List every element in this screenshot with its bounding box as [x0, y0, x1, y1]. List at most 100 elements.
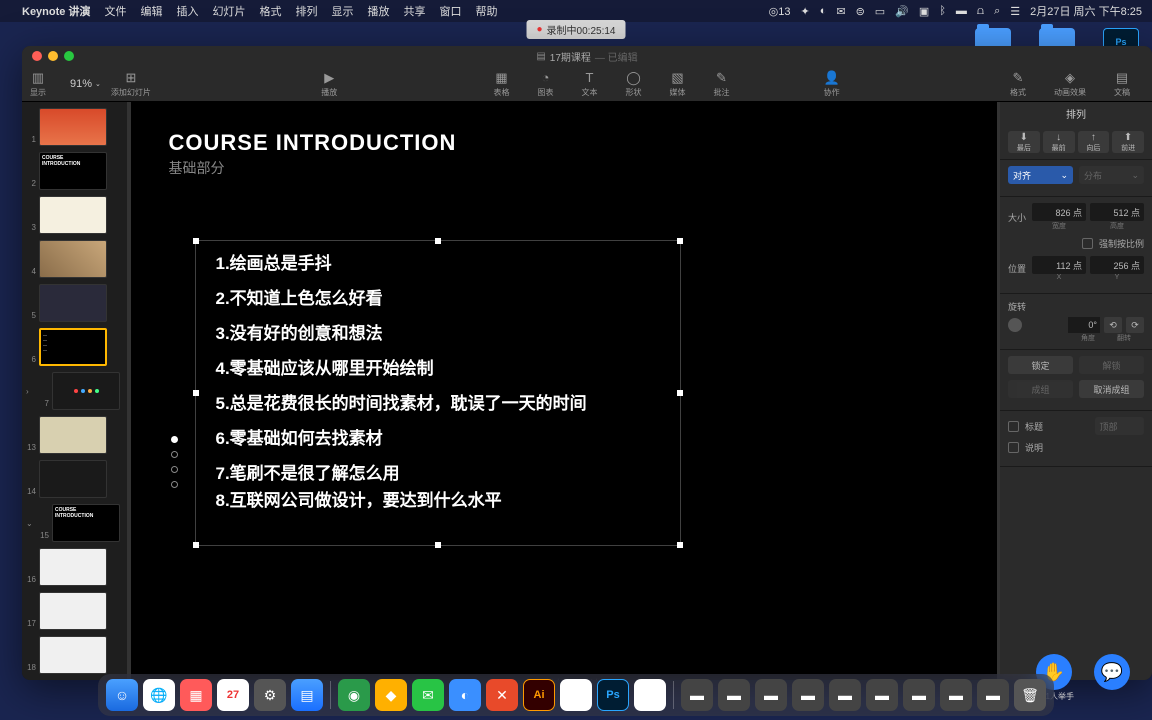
animate-tab[interactable]: ◈动画效果: [1054, 70, 1086, 98]
chat-button[interactable]: 💬: [1094, 654, 1130, 690]
resize-handle[interactable]: [435, 238, 441, 244]
volume-icon[interactable]: 🔊: [895, 5, 909, 18]
menu-play[interactable]: 播放: [367, 3, 389, 19]
status-icon[interactable]: ◐: [820, 5, 827, 17]
title-checkbox[interactable]: [1008, 421, 1019, 432]
minimized-window[interactable]: ▬: [755, 679, 787, 711]
app-icon[interactable]: ◐: [449, 679, 481, 711]
menu-format[interactable]: 格式: [259, 3, 281, 19]
slide-thumb[interactable]: [39, 592, 107, 630]
resize-handle[interactable]: [435, 542, 441, 548]
width-field[interactable]: 826 点: [1032, 203, 1086, 221]
slide-thumb[interactable]: [39, 548, 107, 586]
slide-thumb[interactable]: [39, 196, 107, 234]
control-icon[interactable]: ☰: [1010, 5, 1020, 18]
slide-thumb[interactable]: [39, 108, 107, 146]
battery-icon[interactable]: ▬: [956, 5, 967, 17]
y-field[interactable]: 256 点: [1090, 256, 1144, 274]
menu-insert[interactable]: 插入: [176, 3, 198, 19]
close-icon[interactable]: [32, 51, 42, 61]
add-slide-button[interactable]: ⊞添加幻灯片: [111, 70, 151, 98]
wifi-icon[interactable]: ⩍: [977, 5, 984, 18]
send-back-button[interactable]: ⬇最后: [1008, 131, 1040, 153]
slide-thumb[interactable]: COURSEINTRODUCTION: [52, 504, 120, 542]
finder-icon[interactable]: ☺: [106, 679, 138, 711]
comment-button[interactable]: ✎批注: [714, 70, 730, 98]
resize-handle[interactable]: [193, 390, 199, 396]
menu-share[interactable]: 共享: [403, 3, 425, 19]
display-icon[interactable]: ▭: [875, 5, 885, 18]
status-icon[interactable]: ✦: [800, 5, 809, 18]
slide-thumb[interactable]: COURSEINTRODUCTION: [39, 152, 107, 190]
minimized-window[interactable]: ▬: [792, 679, 824, 711]
app-name[interactable]: Keynote 讲演: [22, 3, 90, 19]
resize-handle[interactable]: [677, 238, 683, 244]
slide-thumb[interactable]: [39, 416, 107, 454]
bring-front-button[interactable]: ⬆前进: [1112, 131, 1144, 153]
app-icon[interactable]: ⊙: [560, 679, 592, 711]
collab-button[interactable]: 👤协作: [824, 70, 840, 98]
textbox-content[interactable]: 1.绘画总是手抖 2.不知道上色怎么好看 3.没有好的创意和想法 4.零基础应该…: [196, 241, 680, 523]
ungroup-button[interactable]: 取消成组: [1079, 380, 1144, 398]
constrain-checkbox[interactable]: [1082, 238, 1093, 249]
height-field[interactable]: 512 点: [1090, 203, 1144, 221]
menu-arrange[interactable]: 排列: [295, 3, 317, 19]
screen-icon[interactable]: ▣: [919, 5, 929, 18]
menu-slide[interactable]: 幻灯片: [212, 3, 245, 19]
selected-textbox[interactable]: 1.绘画总是手抖 2.不知道上色怎么好看 3.没有好的创意和想法 4.零基础应该…: [195, 240, 681, 546]
doc-tab[interactable]: ▤文稿: [1114, 70, 1130, 98]
bluetooth-icon[interactable]: ᛒ: [939, 5, 946, 17]
wechat-icon[interactable]: ✉: [836, 5, 845, 18]
resize-handle[interactable]: [193, 542, 199, 548]
rotate-knob[interactable]: [1008, 318, 1022, 332]
minimized-window[interactable]: ▬: [681, 679, 713, 711]
illustrator-icon[interactable]: Ai: [523, 679, 555, 711]
minimize-icon[interactable]: [48, 51, 58, 61]
slide[interactable]: COURSE INTRODUCTION 基础部分 1.绘画总是手抖: [131, 102, 997, 680]
angle-field[interactable]: 0°: [1068, 317, 1100, 333]
zoom-control[interactable]: 91%⌄: [70, 78, 101, 90]
calendar-icon[interactable]: 27: [217, 679, 249, 711]
status-icon[interactable]: ⊜: [856, 5, 865, 18]
lock-button[interactable]: 锁定: [1008, 356, 1073, 374]
minimized-window[interactable]: ▬: [866, 679, 898, 711]
slide-thumb-selected[interactable]: ————: [39, 328, 107, 366]
canvas[interactable]: COURSE INTRODUCTION 基础部分 1.绘画总是手抖: [127, 102, 1000, 680]
chart-button[interactable]: ◔图表: [538, 70, 554, 98]
text-button[interactable]: T文本: [582, 70, 598, 98]
menu-help[interactable]: 帮助: [475, 3, 497, 19]
slide-thumb[interactable]: [39, 636, 107, 674]
trash-icon[interactable]: 🗑: [1014, 679, 1046, 711]
send-backward-button[interactable]: ↓最前: [1043, 131, 1075, 153]
app-icon[interactable]: ✕: [486, 679, 518, 711]
menu-file[interactable]: 文件: [104, 3, 126, 19]
minimized-window[interactable]: ▬: [940, 679, 972, 711]
slide-thumb[interactable]: [39, 460, 107, 498]
slide-thumb[interactable]: [39, 240, 107, 278]
format-tab[interactable]: ✎格式: [1010, 70, 1026, 98]
wechat-icon[interactable]: ✉: [412, 679, 444, 711]
resize-handle[interactable]: [193, 238, 199, 244]
slide-title[interactable]: COURSE INTRODUCTION: [169, 130, 457, 156]
align-dropdown[interactable]: 对齐⌄: [1008, 166, 1073, 184]
menu-window[interactable]: 窗口: [439, 3, 461, 19]
minimized-window[interactable]: ▬: [977, 679, 1009, 711]
settings-icon[interactable]: ⚙: [254, 679, 286, 711]
sketch-icon[interactable]: ◆: [375, 679, 407, 711]
menu-view[interactable]: 显示: [331, 3, 353, 19]
resize-handle[interactable]: [677, 390, 683, 396]
app-icon[interactable]: ◔: [634, 679, 666, 711]
recording-pill[interactable]: 录制中00:25:14: [527, 20, 626, 39]
traffic-lights[interactable]: [32, 51, 74, 61]
resize-handle[interactable]: [677, 542, 683, 548]
slide-subtitle[interactable]: 基础部分: [169, 158, 225, 178]
minimized-window[interactable]: ▬: [903, 679, 935, 711]
clock[interactable]: 2月27日 周六 下午8:25: [1030, 3, 1142, 19]
flip-v-button[interactable]: ⟳: [1126, 317, 1144, 333]
slide-navigator[interactable]: 1 2COURSEINTRODUCTION 3 4 5 6———— ›7 13 …: [22, 102, 127, 680]
app-icon[interactable]: ◉: [338, 679, 370, 711]
table-button[interactable]: ▦表格: [494, 70, 510, 98]
search-icon[interactable]: ⌕: [994, 5, 1000, 18]
cpu-icon[interactable]: ◎13: [769, 5, 791, 18]
app-icon[interactable]: ▦: [180, 679, 212, 711]
